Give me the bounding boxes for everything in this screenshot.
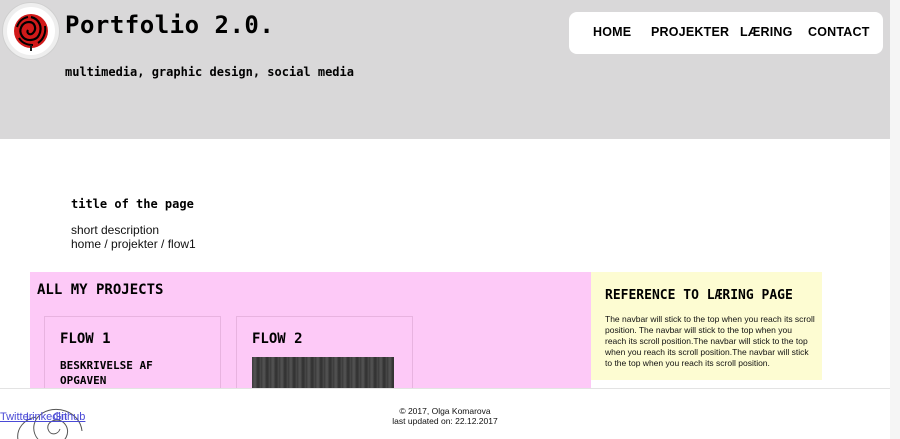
project-card-description: BESKRIVELSE AF OPGAVEN	[60, 359, 153, 387]
nav-item-projekter[interactable]: PROJEKTER	[651, 25, 729, 39]
laering-reference-box: REFERENCE TO LÆRING PAGE The navbar will…	[591, 272, 822, 380]
nav-item-home[interactable]: HOME	[593, 25, 631, 39]
projects-heading: ALL MY PROJECTS	[37, 282, 164, 298]
site-header: Portfolio 2.0. multimedia, graphic desig…	[0, 0, 890, 139]
copyright-text: © 2017, Olga Komarova	[399, 406, 491, 416]
logo[interactable]	[3, 3, 59, 59]
projects-section: ALL MY PROJECTS FLOW 1 BESKRIVELSE AF OP…	[30, 272, 591, 389]
nav-item-contact[interactable]: CONTACT	[808, 25, 870, 39]
project-card-flow-2[interactable]: FLOW 2	[236, 316, 413, 389]
rose-icon	[14, 14, 48, 51]
site-footer: Twitter Linkedin Github © 2017, Olga Kom…	[0, 388, 890, 439]
aside-text: The navbar will stick to the top when yo…	[605, 314, 815, 368]
last-updated-text: last updated on: 22.12.2017	[392, 416, 498, 426]
breadcrumb: home / projekter / flow1	[71, 237, 196, 251]
main-nav: HOME PROJEKTER LÆRING CONTACT	[569, 12, 883, 54]
page-description: short description	[71, 223, 160, 237]
project-card-image	[252, 357, 394, 389]
project-card-flow-1[interactable]: FLOW 1 BESKRIVELSE AF OPGAVEN	[44, 316, 221, 389]
project-card-title: FLOW 2	[252, 331, 303, 347]
site-title: Portfolio 2.0.	[65, 11, 275, 39]
project-card-title: FLOW 1	[60, 331, 111, 347]
page-scrollbar[interactable]	[890, 0, 900, 439]
nav-item-laering[interactable]: LÆRING	[740, 25, 793, 39]
site-tagline: multimedia, graphic design, social media	[65, 65, 354, 79]
aside-heading: REFERENCE TO LÆRING PAGE	[605, 288, 793, 303]
page-title: title of the page	[71, 197, 194, 211]
copyright: © 2017, Olga Komarova last updated on: 2…	[0, 406, 890, 426]
